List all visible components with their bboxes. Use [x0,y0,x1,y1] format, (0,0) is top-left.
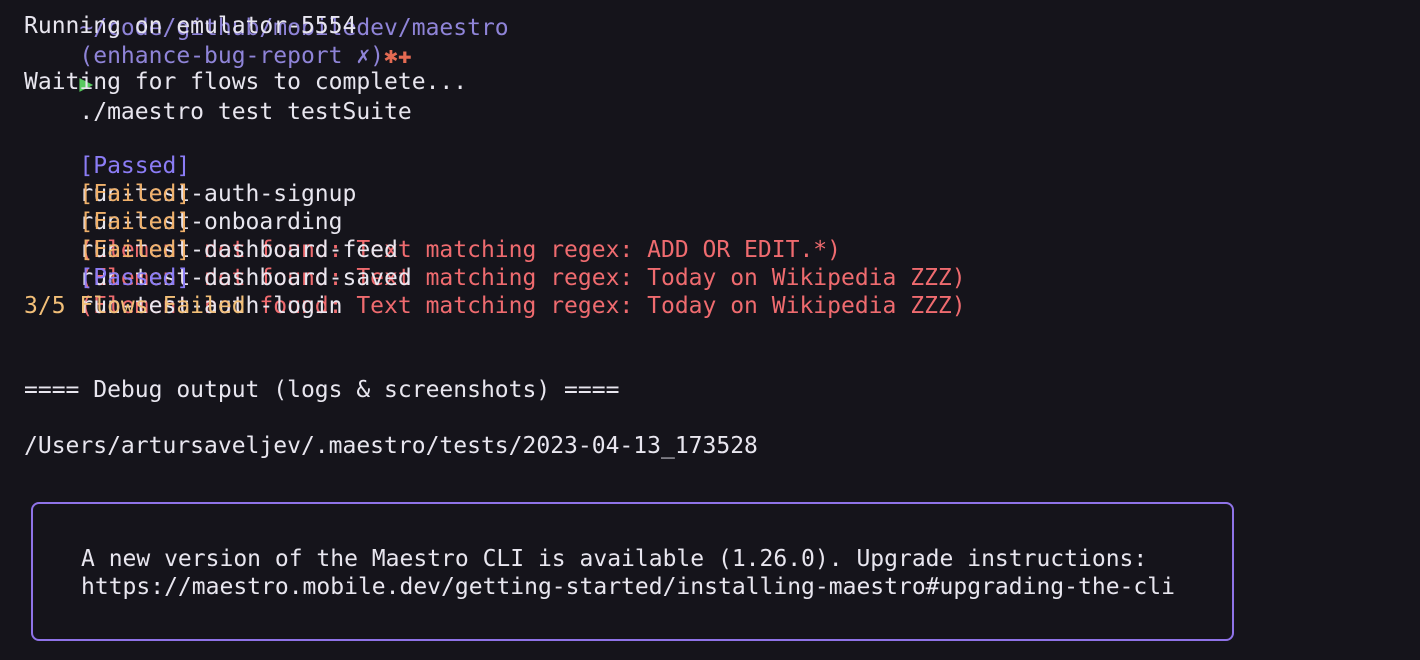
update-notice-box: A new version of the Maestro CLI is avai… [31,502,1234,641]
flow-status-passed: [Passed] [79,265,191,291]
flows-summary: 3/5 Flows Failed [24,293,246,319]
debug-output-heading: ==== Debug output (logs & screenshots) =… [24,377,620,403]
debug-output-path[interactable]: /Users/artursaveljev/.maestro/tests/2023… [24,432,758,460]
flow-result-row: [Failed] run-test-dashboard-feed (Elemen… [24,180,965,291]
executed-command: ./maestro test testSuite [79,99,412,125]
upgrade-instructions-link[interactable]: https://maestro.mobile.dev/getting-start… [81,573,1175,601]
flow-result-row: [Failed] run-test-dashboard-saved (Eleme… [24,208,965,319]
terminal-window[interactable]: ~/code/github/mobiledev/maestro (enhance… [0,0,1420,660]
flow-result-row: [Passed] run-test-auth-signup [24,124,356,207]
prompt-branch: (enhance-bug-report ✗) [79,43,385,69]
running-device-line: Running on emulator-5554 [24,13,357,39]
update-notice-message: A new version of the Maestro CLI is avai… [81,546,1148,572]
flow-result-row: [Passed] run-test-auth-login [24,236,342,319]
flow-result-row: [Failed] run-test-onboarding (Element no… [24,152,841,263]
prompt-status-markers: ✱✚ [384,43,412,69]
waiting-line: Waiting for flows to complete... [24,69,468,95]
